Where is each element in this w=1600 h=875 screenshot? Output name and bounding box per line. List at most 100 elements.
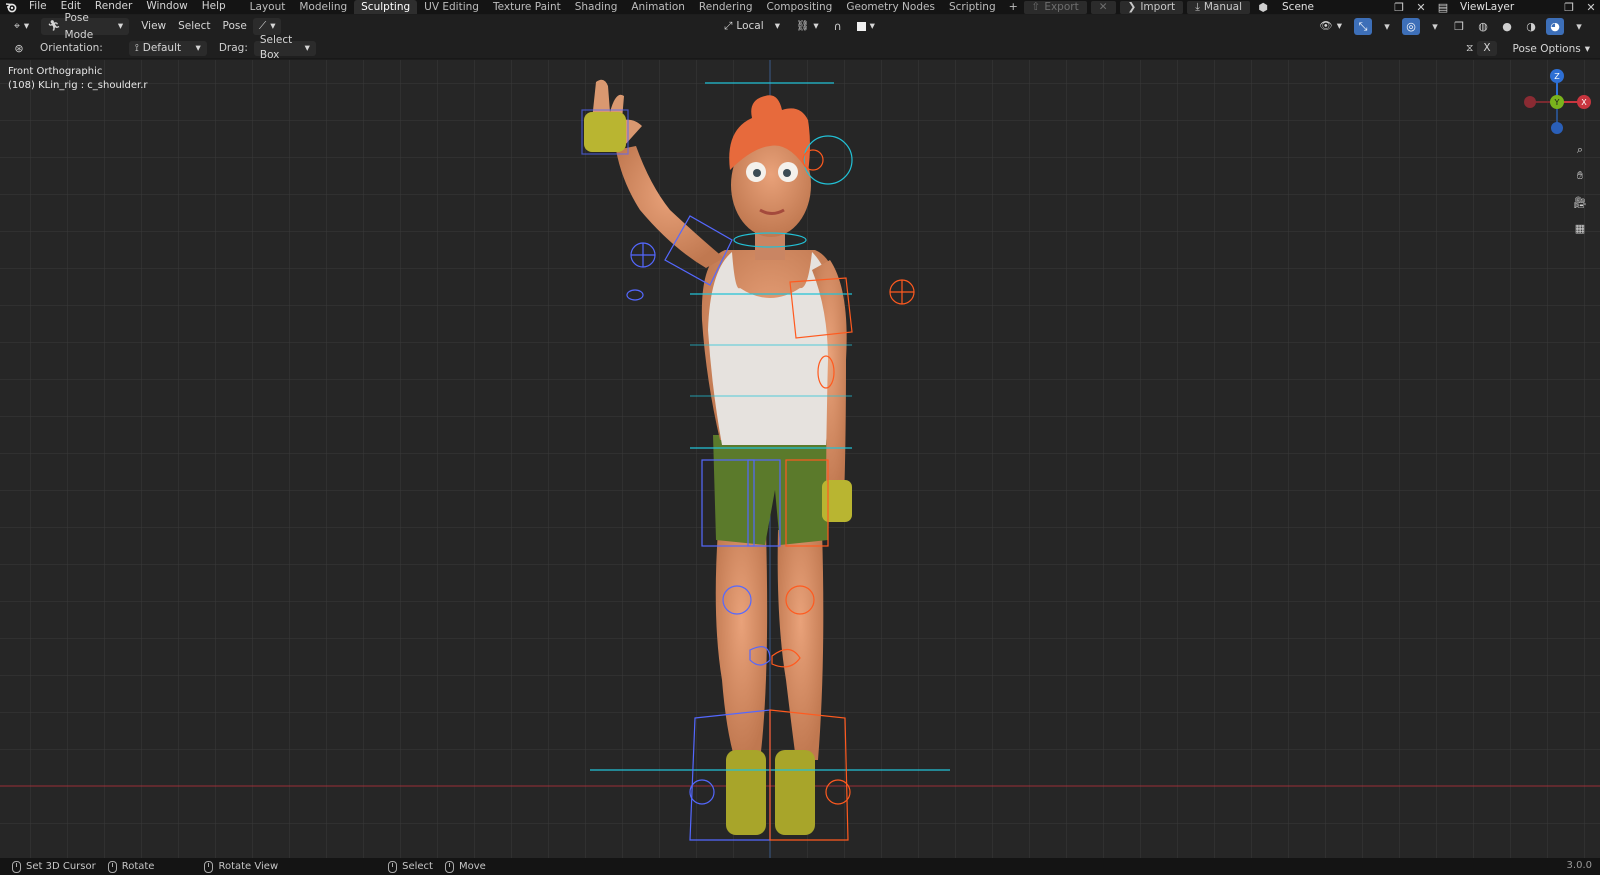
rendered-sphere-icon: ◕ bbox=[1550, 20, 1560, 33]
editor-type-button[interactable]: ⌖ ▾ bbox=[8, 18, 35, 35]
tab-sculpting[interactable]: Sculpting bbox=[354, 0, 418, 14]
delete-view-layer-icon[interactable]: ✕ bbox=[1582, 0, 1600, 16]
menu-view[interactable]: View bbox=[135, 18, 172, 35]
chevron-down-icon: ▾ bbox=[774, 20, 780, 32]
add-workspace-button[interactable]: + bbox=[1003, 0, 1024, 14]
view-name-label: Front Orthographic bbox=[8, 66, 103, 77]
editor-type-icon: ⌖ bbox=[14, 20, 20, 32]
tab-texture-paint[interactable]: Texture Paint bbox=[486, 0, 568, 14]
status-bar: Set 3D Cursor Rotate Rotate View Select … bbox=[0, 858, 1600, 875]
overlays-dropdown[interactable]: ▾ bbox=[1426, 18, 1444, 35]
zoom-icon[interactable]: ⌕ bbox=[1570, 140, 1590, 160]
mode-selector[interactable]: 🏃︎ Pose Mode ▾ bbox=[41, 12, 130, 41]
mouse-drag-icon bbox=[107, 860, 117, 873]
menu-select[interactable]: Select bbox=[172, 18, 216, 35]
menu-file[interactable]: File bbox=[22, 0, 54, 14]
import-button[interactable]: ❯ Import bbox=[1119, 0, 1184, 14]
transform-orientation-dropdown[interactable]: ⤢ Local ▾ bbox=[718, 18, 786, 35]
top-right-controls: ⇧ Export ✕ ❯ Import ⤓ Manual ⬢ Scene ❐ ✕… bbox=[1023, 0, 1600, 16]
grid-ortho-icon[interactable]: ▦ bbox=[1570, 218, 1590, 238]
transform-pivot-icon[interactable]: ⊛ bbox=[10, 40, 28, 57]
gizmo-toggle[interactable]: ⤡ bbox=[1354, 18, 1372, 35]
mouse-left-icon bbox=[12, 860, 21, 873]
scene-selector-icon[interactable]: ⬢ bbox=[1254, 0, 1272, 16]
chevron-down-icon: ▾ bbox=[813, 20, 819, 32]
mouse-left-icon bbox=[388, 860, 398, 873]
navigation-gizmo[interactable]: Z X Y bbox=[1522, 68, 1592, 138]
export-icon: ⇧ bbox=[1031, 0, 1041, 13]
tab-rendering[interactable]: Rendering bbox=[692, 0, 760, 14]
magnet-icon: ∩ bbox=[833, 20, 842, 33]
chevron-down-icon: ▾ bbox=[23, 20, 30, 32]
chevron-down-icon: ▾ bbox=[1584, 42, 1590, 55]
view-layer-field[interactable]: ViewLayer bbox=[1456, 1, 1556, 14]
scene-name-field[interactable]: Scene bbox=[1276, 1, 1386, 14]
shading-dropdown[interactable]: ▾ bbox=[1570, 18, 1588, 35]
hand-pan-icon[interactable]: ✋︎ bbox=[1570, 166, 1590, 186]
chevron-down-icon: ▾ bbox=[1336, 20, 1342, 32]
export-close-button[interactable]: ✕ bbox=[1090, 0, 1116, 14]
snap-square-icon bbox=[856, 22, 866, 31]
new-view-layer-icon[interactable]: ❐ bbox=[1560, 0, 1578, 16]
drag-dropdown[interactable]: Select Box ▾ bbox=[253, 34, 316, 61]
tool-settings-bar: ⊛ Orientation: ⟟ Default ▾ Drag: Select … bbox=[0, 34, 1600, 61]
chevron-down-icon: ▾ bbox=[1432, 20, 1438, 33]
tab-compositing[interactable]: Compositing bbox=[760, 0, 840, 14]
version-label: 3.0.0 bbox=[1566, 860, 1592, 871]
status-rotate-view: Rotate View bbox=[204, 860, 278, 873]
transform-tools: ⤢ Local ▾ ⛓︎ ▾ ∩ ▾ bbox=[718, 18, 881, 35]
wireframe-sphere-icon: ◍ bbox=[1478, 20, 1488, 33]
wireframe-shading-button[interactable]: ◍ bbox=[1474, 18, 1492, 35]
visibility-dropdown[interactable]: 👁︎ ▾ bbox=[1313, 18, 1348, 35]
pose-options-dropdown[interactable]: Pose Options bbox=[1513, 43, 1581, 55]
tab-geometry-nodes[interactable]: Geometry Nodes bbox=[839, 0, 942, 14]
manual-button[interactable]: ⤓ Manual bbox=[1187, 0, 1250, 14]
material-sphere-icon: ◑ bbox=[1526, 20, 1536, 33]
tab-scripting[interactable]: Scripting bbox=[942, 0, 1003, 14]
menu-help[interactable]: Help bbox=[195, 0, 233, 14]
tab-animation[interactable]: Animation bbox=[624, 0, 692, 14]
overlays-toggle[interactable]: ◎ bbox=[1402, 18, 1420, 35]
solid-shading-button[interactable]: ● bbox=[1498, 18, 1516, 35]
tab-layout[interactable]: Layout bbox=[243, 0, 293, 14]
snap-toggle[interactable]: ∩ bbox=[829, 18, 847, 35]
chevron-down-icon: ▾ bbox=[1384, 20, 1390, 33]
svg-text:X: X bbox=[1581, 98, 1587, 107]
chevron-right-icon: ❯ bbox=[1127, 0, 1137, 13]
pose-options-area: ⧖ X Pose Options ▾ bbox=[1466, 41, 1590, 56]
tab-modeling[interactable]: Modeling bbox=[292, 0, 354, 14]
export-button[interactable]: ⇧ Export bbox=[1023, 0, 1087, 14]
gizmo-neg-z-axis[interactable] bbox=[1551, 122, 1563, 134]
top-bar: File Edit Render Window Help Layout Mode… bbox=[0, 0, 1600, 14]
gizmo-neg-x-axis[interactable] bbox=[1524, 96, 1536, 108]
tab-uv-editing[interactable]: UV Editing bbox=[417, 0, 486, 14]
mirror-icon[interactable]: ⧖ bbox=[1466, 42, 1473, 55]
snap-target-dropdown[interactable]: ▾ bbox=[851, 18, 881, 35]
x-mirror-toggle[interactable]: X bbox=[1477, 41, 1497, 56]
tab-shading[interactable]: Shading bbox=[568, 0, 625, 14]
camera-icon[interactable]: 🎥︎ bbox=[1570, 192, 1590, 212]
gizmo-dropdown[interactable]: ▾ bbox=[1378, 18, 1396, 35]
chevron-down-icon: ▾ bbox=[1576, 20, 1582, 33]
3d-viewport[interactable]: Front Orthographic (108) KLin_rig : c_sh… bbox=[0, 60, 1600, 858]
right-glove bbox=[822, 480, 852, 522]
status-set-3d-cursor: Set 3D Cursor bbox=[12, 860, 96, 873]
delete-scene-icon[interactable]: ✕ bbox=[1412, 0, 1430, 16]
orientation-dropdown[interactable]: ⟟ Default ▾ bbox=[128, 40, 207, 56]
new-scene-icon[interactable]: ❐ bbox=[1390, 0, 1408, 16]
pivot-point-dropdown[interactable]: ⛓︎ ▾ bbox=[790, 18, 825, 35]
view-layer-icon[interactable]: ▤ bbox=[1434, 0, 1452, 16]
xray-toggle[interactable]: ❒ bbox=[1450, 18, 1468, 35]
menu-window[interactable]: Window bbox=[139, 0, 194, 14]
solid-sphere-icon: ● bbox=[1502, 20, 1512, 33]
blender-logo-icon[interactable] bbox=[0, 0, 22, 14]
menu-pose[interactable]: Pose bbox=[217, 18, 253, 35]
rendered-shading-button[interactable]: ◕ bbox=[1546, 18, 1564, 35]
navigation-tools: ⌕ ✋︎ 🎥︎ ▦ bbox=[1570, 140, 1590, 238]
chevron-down-icon: ▾ bbox=[117, 20, 124, 32]
drag-label: Drag: bbox=[218, 42, 248, 54]
active-object-info: (108) KLin_rig : c_shoulder.r bbox=[8, 80, 148, 91]
workspace-tabs: Layout Modeling Sculpting UV Editing Tex… bbox=[243, 0, 1024, 14]
chevron-down-icon: ▾ bbox=[304, 41, 310, 54]
material-shading-button[interactable]: ◑ bbox=[1522, 18, 1540, 35]
